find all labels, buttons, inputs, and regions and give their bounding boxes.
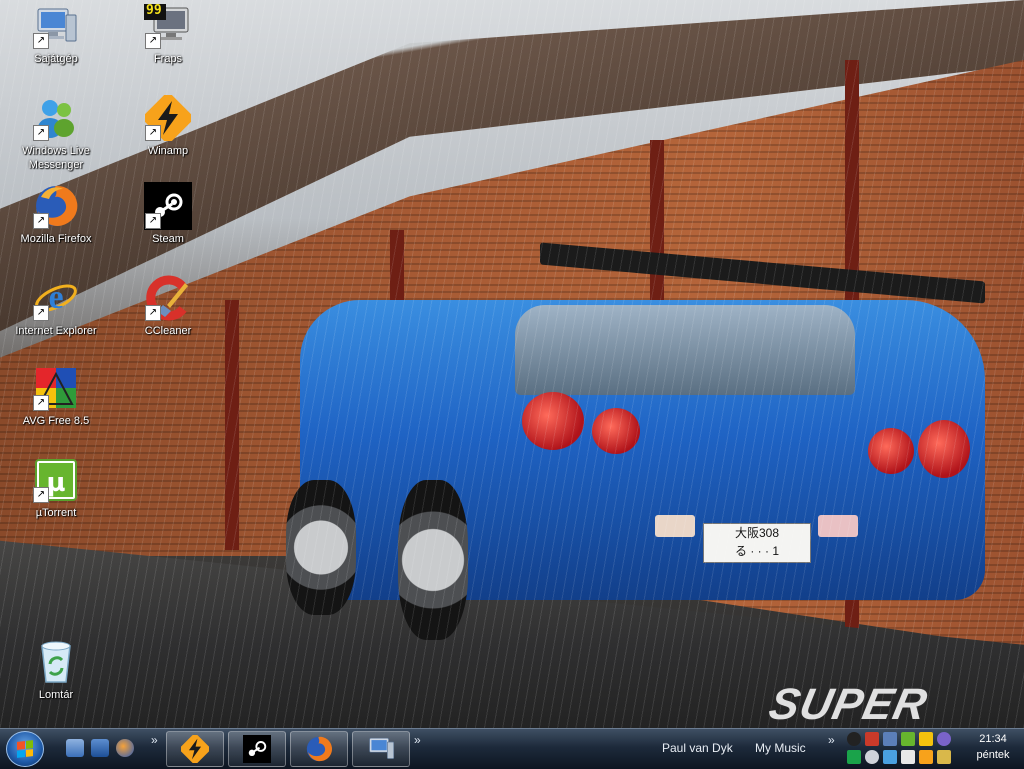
utorrent-tray-icon[interactable]	[901, 732, 915, 746]
recycle-bin-icon	[32, 638, 80, 686]
plate-line-bottom: る · · · 1	[735, 544, 779, 558]
wallpaper-pillar	[650, 140, 664, 300]
taskbar-button-winamp[interactable]	[166, 731, 224, 767]
steam-icon: ↗	[144, 182, 192, 230]
messenger-icon: ↗	[32, 94, 80, 142]
desktop-icon-mozilla-firefox[interactable]: ↗ Mozilla Firefox	[6, 182, 106, 246]
windows-logo-icon	[17, 740, 33, 758]
desktop-icon-label: CCleaner	[144, 325, 192, 337]
shortcut-arrow-icon: ↗	[145, 213, 161, 229]
taskbar-button-firefox[interactable]	[290, 731, 348, 767]
car-wheel	[398, 480, 468, 640]
car-license-plate: 大阪308 る · · · 1	[703, 523, 811, 563]
start-button[interactable]	[6, 731, 44, 767]
toolbar-overflow-chevron[interactable]: »	[828, 733, 835, 747]
wallpaper-watermark: SUPER STREET	[764, 680, 932, 728]
shortcut-arrow-icon: ↗	[33, 487, 49, 503]
car-tail-light	[522, 392, 584, 450]
desktop-icon-avg-free[interactable]: ↗ AVG Free 8.5	[6, 364, 106, 428]
now-playing-artist[interactable]: Paul van Dyk	[662, 741, 733, 755]
avg-icon: ↗	[32, 364, 80, 412]
plate-line-top: 大阪308	[734, 526, 780, 540]
computer-icon	[369, 737, 395, 759]
desktop-icon-lomtar[interactable]: Lomtár	[6, 638, 106, 702]
desktop-icon-steam[interactable]: ↗ Steam	[118, 182, 218, 246]
desktop-icon-utorrent[interactable]: µ ↗ µTorrent	[6, 456, 106, 520]
avg-tray-icon[interactable]	[847, 750, 861, 764]
car-reverse-light	[818, 515, 858, 537]
firefox-icon	[306, 736, 332, 762]
desktop-icon-internet-explorer[interactable]: e ↗ Internet Explorer	[6, 274, 106, 338]
desktop-icon-label: Windows Live Messenger	[22, 145, 90, 171]
network-icon[interactable]	[883, 750, 897, 764]
clock-time: 21:34	[979, 733, 1007, 745]
winamp-icon	[181, 735, 209, 763]
display-tray-icon[interactable]	[901, 750, 915, 764]
desktop-icon-label: Mozilla Firefox	[20, 233, 92, 245]
shortcut-arrow-icon: ↗	[145, 125, 161, 141]
steam-tray-icon[interactable]	[847, 732, 861, 746]
messenger-tray-icon[interactable]	[883, 732, 897, 746]
computer-icon: ↗	[32, 2, 80, 50]
car-tail-light	[868, 428, 914, 474]
taskbar-clock[interactable]: 21:34 péntek	[964, 731, 1022, 763]
desktop-icon-label: Winamp	[147, 145, 189, 157]
shortcut-arrow-icon: ↗	[33, 213, 49, 229]
volume-icon[interactable]	[865, 750, 879, 764]
utorrent-icon: µ ↗	[32, 456, 80, 504]
car-tail-light	[918, 420, 970, 478]
shortcut-arrow-icon: ↗	[33, 125, 49, 141]
taskbar-button-steam[interactable]	[228, 731, 286, 767]
clock-day: péntek	[976, 749, 1010, 761]
wallpaper-pillar	[225, 300, 239, 550]
winamp-tray-icon[interactable]	[919, 750, 933, 764]
desktop-icon-windows-live-messenger[interactable]: ↗ Windows Live Messenger	[6, 94, 106, 172]
car-tail-light	[592, 408, 640, 454]
desktop-icon-label: Sajátgép	[34, 53, 78, 65]
desktop-icon-ccleaner[interactable]: ↗ CCleaner	[118, 274, 218, 338]
svg-text:µ: µ	[46, 468, 65, 498]
winamp-icon: ↗	[144, 94, 192, 142]
desktop-icon-label: Fraps	[153, 53, 183, 65]
switch-windows-icon[interactable]	[91, 739, 109, 757]
taskbar-button-computer[interactable]	[352, 731, 410, 767]
taskbar-overflow-chevron[interactable]: »	[414, 733, 421, 747]
internet-explorer-icon: e ↗	[32, 274, 80, 322]
svg-text:e: e	[48, 279, 63, 316]
fraps-badge: 99	[146, 3, 162, 18]
desktop-icon-label: Lomtár	[38, 689, 74, 701]
car-reverse-light	[655, 515, 695, 537]
firefox-icon: ↗	[32, 182, 80, 230]
desktop-icon-sajatgep[interactable]: ↗ Sajátgép	[6, 2, 106, 66]
fraps-icon: 99 ↗	[144, 2, 192, 50]
update-tray-icon[interactable]	[937, 750, 951, 764]
shortcut-arrow-icon: ↗	[33, 395, 49, 411]
taskbar: » » Paul van Dyk My Music » 21:34 péntek	[0, 728, 1024, 769]
desktop-icon-winamp[interactable]: ↗ Winamp	[118, 94, 218, 158]
notification-area	[845, 730, 963, 768]
ccleaner-icon: ↗	[144, 274, 192, 322]
clock-tray-icon[interactable]	[937, 732, 951, 746]
shortcut-arrow-icon: ↗	[33, 33, 49, 49]
car-rear-window	[515, 305, 855, 395]
desktop-icon-fraps[interactable]: 99 ↗ Fraps	[118, 2, 218, 66]
quicklaunch-overflow-chevron[interactable]: »	[151, 733, 158, 747]
show-desktop-icon[interactable]	[66, 739, 84, 757]
shortcut-arrow-icon: ↗	[145, 305, 161, 321]
desktop-icon-label: AVG Free 8.5	[22, 415, 90, 427]
car-wheel	[286, 480, 356, 615]
desktop-icon-label: µTorrent	[35, 507, 77, 519]
my-music-toolbar[interactable]: My Music	[755, 741, 806, 755]
steam-icon	[243, 735, 271, 763]
desktop-icon-label: Internet Explorer	[15, 325, 97, 337]
desktop-icon-label: Steam	[152, 233, 184, 245]
shortcut-arrow-icon: ↗	[33, 305, 49, 321]
ccleaner-tray-icon[interactable]	[865, 732, 879, 746]
shortcut-arrow-icon: ↗	[145, 33, 161, 49]
fraps-tray-icon[interactable]	[919, 732, 933, 746]
firefox-quicklaunch-icon[interactable]	[116, 739, 134, 757]
